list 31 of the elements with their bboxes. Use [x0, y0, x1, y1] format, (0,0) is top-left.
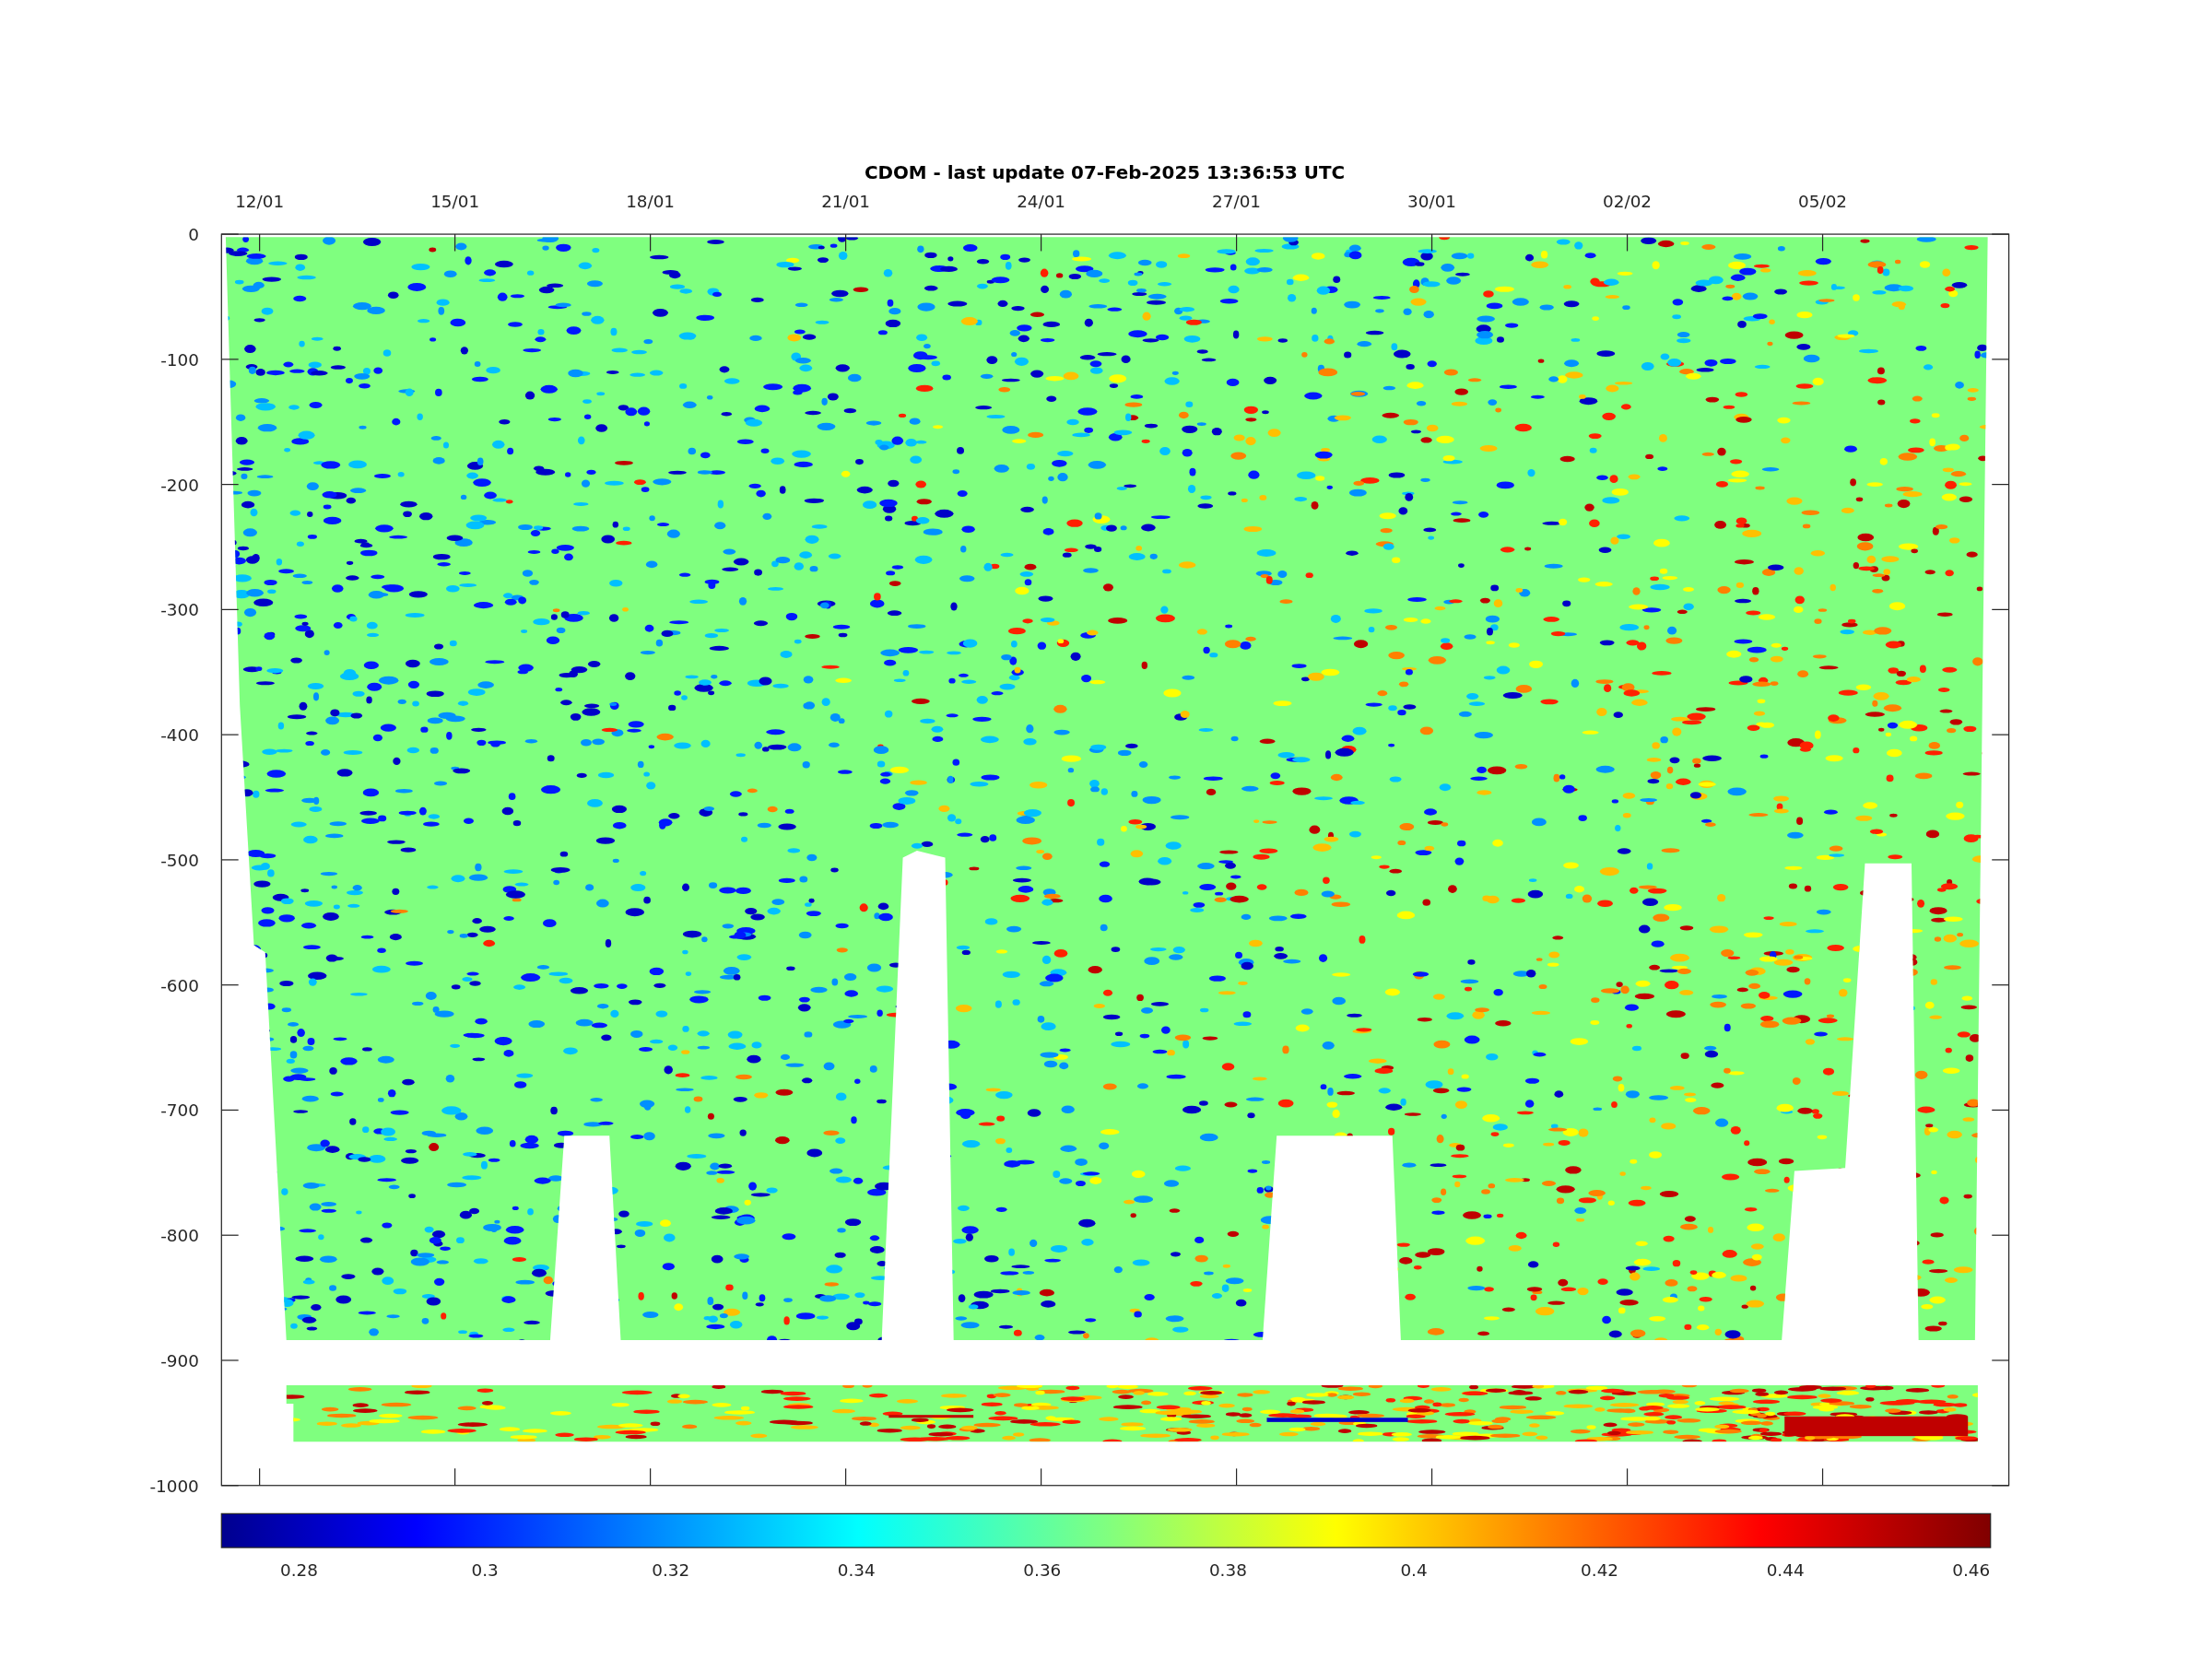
x-tick-label: 18/01: [626, 192, 676, 211]
x-tick-label: 02/02: [1603, 192, 1652, 211]
y-tick-label: -100: [160, 349, 199, 370]
x-tick-label: 15/01: [430, 192, 480, 211]
y-tick-label: -200: [160, 475, 199, 495]
x-tick-label: 27/01: [1212, 192, 1262, 211]
colorbar-tick-label: 0.3: [471, 1559, 499, 1580]
y-tick-label: -300: [160, 600, 199, 620]
y-tick-label: 0: [188, 224, 199, 244]
y-tick-label: -400: [160, 725, 199, 746]
y-tick-label: -600: [160, 975, 199, 995]
chart-title: CDOM - last update 07-Feb-2025 13:36:53 UTC: [864, 162, 1346, 184]
x-tick-label: 05/02: [1798, 192, 1847, 211]
colorbar-tick-label: 0.28: [280, 1559, 318, 1580]
y-tick-label: -1000: [149, 1476, 199, 1496]
y-tick-label: -800: [160, 1226, 199, 1246]
colorbar-tick-label: 0.46: [1952, 1559, 1991, 1580]
x-tick-label: 30/01: [1407, 192, 1457, 211]
x-tick-label: 12/01: [235, 192, 285, 211]
y-tick-label: -500: [160, 850, 199, 870]
x-tick-label: 24/01: [1017, 192, 1066, 211]
colorbar-tick-label: 0.36: [1023, 1559, 1062, 1580]
colorbar-tick-label: 0.32: [652, 1559, 690, 1580]
colorbar-tick-label: 0.42: [1581, 1559, 1618, 1580]
y-tick-label: -900: [160, 1350, 199, 1371]
colorbar-tick-label: 0.4: [1400, 1559, 1428, 1580]
y-tick-label: -700: [160, 1100, 199, 1121]
colorbar-tick-label: 0.34: [837, 1559, 876, 1580]
colorbar-tick-label: 0.44: [1766, 1559, 1805, 1580]
colorbar-tick-label: 0.38: [1208, 1559, 1247, 1580]
x-tick-label: 21/01: [821, 192, 871, 211]
